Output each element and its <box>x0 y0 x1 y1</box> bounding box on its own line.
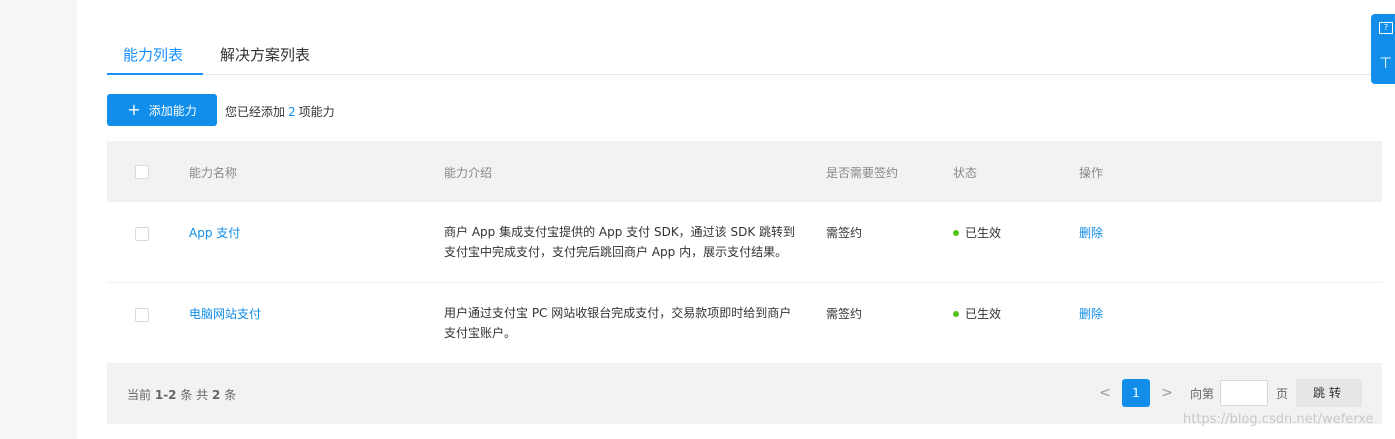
contract-required: 需签约 <box>826 307 863 321</box>
header-intro: 能力介绍 <box>444 166 493 180</box>
header-contract: 是否需要签约 <box>826 166 899 180</box>
page-number-current[interactable]: 1 <box>1121 379 1150 407</box>
add-capability-label: 添加能力 <box>148 103 197 118</box>
summary-prefix: 当前 <box>127 388 152 402</box>
prev-page-icon[interactable]: < <box>1094 385 1116 401</box>
intro-line: 支付宝账户。 <box>444 326 517 340</box>
header-action: 操作 <box>1079 166 1104 180</box>
goto-label: 向第 <box>1189 386 1214 401</box>
next-page-icon[interactable]: > <box>1156 385 1178 401</box>
status-text: 已生效 <box>965 226 1002 240</box>
left-gutter <box>0 0 77 439</box>
delete-link[interactable]: 删除 <box>1079 223 1103 243</box>
status-badge: 已生效 <box>953 223 1001 243</box>
intro-line: 支付宝中完成支付，支付完后跳回商户 App 内，展示支付结果。 <box>444 245 788 259</box>
table-header: 能力名称 能力介绍 是否需要签约 状态 操作 <box>107 141 1382 202</box>
status-text: 已生效 <box>965 307 1002 321</box>
summary-total: 2 <box>212 388 221 402</box>
added-suffix: 项能力 <box>298 105 335 119</box>
active-tab-indicator <box>107 73 203 75</box>
add-capability-button[interactable]: + 添加能力 <box>107 94 217 126</box>
capability-name-link[interactable]: 电脑网站支付 <box>189 304 261 324</box>
status-dot-icon <box>953 310 959 317</box>
tab-capability-list[interactable]: 能力列表 <box>123 44 183 65</box>
select-all-checkbox[interactable] <box>135 165 149 179</box>
goto-page-input[interactable] <box>1219 380 1268 406</box>
row-checkbox[interactable] <box>135 227 149 241</box>
header-status: 状态 <box>953 166 978 180</box>
intro-line: 用户通过支付宝 PC 网站收银台完成支付，交易款项即时给到商户 <box>444 306 792 320</box>
status-dot-icon <box>953 229 959 236</box>
plus-icon: + <box>127 100 141 119</box>
arrow-down-icon[interactable]: ⊤ <box>1379 54 1392 72</box>
watermark: https://blog.csdn.net/weferxe <box>1183 412 1374 427</box>
pagination-summary: 当前 1-2 条 共 2 条 <box>127 386 236 403</box>
tab-bar: 能力列表 解决方案列表 <box>107 38 1395 75</box>
added-count-info: 您已经添加 2 项能力 <box>225 103 335 120</box>
summary-mid: 条 共 <box>180 388 209 402</box>
capability-table: 能力名称 能力介绍 是否需要签约 状态 操作 App 支付 商户 App 集成支… <box>107 141 1382 364</box>
question-icon[interactable]: ? <box>1379 22 1393 34</box>
header-name: 能力名称 <box>189 166 238 180</box>
delete-link[interactable]: 删除 <box>1079 304 1103 324</box>
summary-suffix: 条 <box>224 388 237 402</box>
capability-intro: 用户通过支付宝 PC 网站收银台完成支付，交易款项即时给到商户 支付宝账户。 <box>444 303 799 343</box>
floating-help-tab[interactable]: ? ⊤ <box>1371 14 1395 84</box>
table-row: 电脑网站支付 用户通过支付宝 PC 网站收银台完成支付，交易款项即时给到商户 支… <box>107 283 1382 364</box>
summary-range: 1-2 <box>154 388 177 402</box>
status-badge: 已生效 <box>953 304 1001 324</box>
capability-name-link[interactable]: App 支付 <box>189 223 240 243</box>
row-checkbox[interactable] <box>135 308 149 322</box>
intro-line: 商户 App 集成支付宝提供的 App 支付 SDK，通过该 SDK 跳转到 <box>444 225 796 239</box>
jump-button[interactable]: 跳转 <box>1296 379 1362 407</box>
capability-intro: 商户 App 集成支付宝提供的 App 支付 SDK，通过该 SDK 跳转到 支… <box>444 222 799 262</box>
goto-suffix: 页 <box>1275 386 1288 401</box>
pagination: < 1 > 向第 页 跳转 <box>1094 379 1362 407</box>
table-row: App 支付 商户 App 集成支付宝提供的 App 支付 SDK，通过该 SD… <box>107 202 1382 283</box>
added-prefix: 您已经添加 <box>225 105 286 119</box>
tab-solution-list[interactable]: 解决方案列表 <box>220 44 310 65</box>
added-count: 2 <box>288 105 296 119</box>
contract-required: 需签约 <box>826 226 863 240</box>
